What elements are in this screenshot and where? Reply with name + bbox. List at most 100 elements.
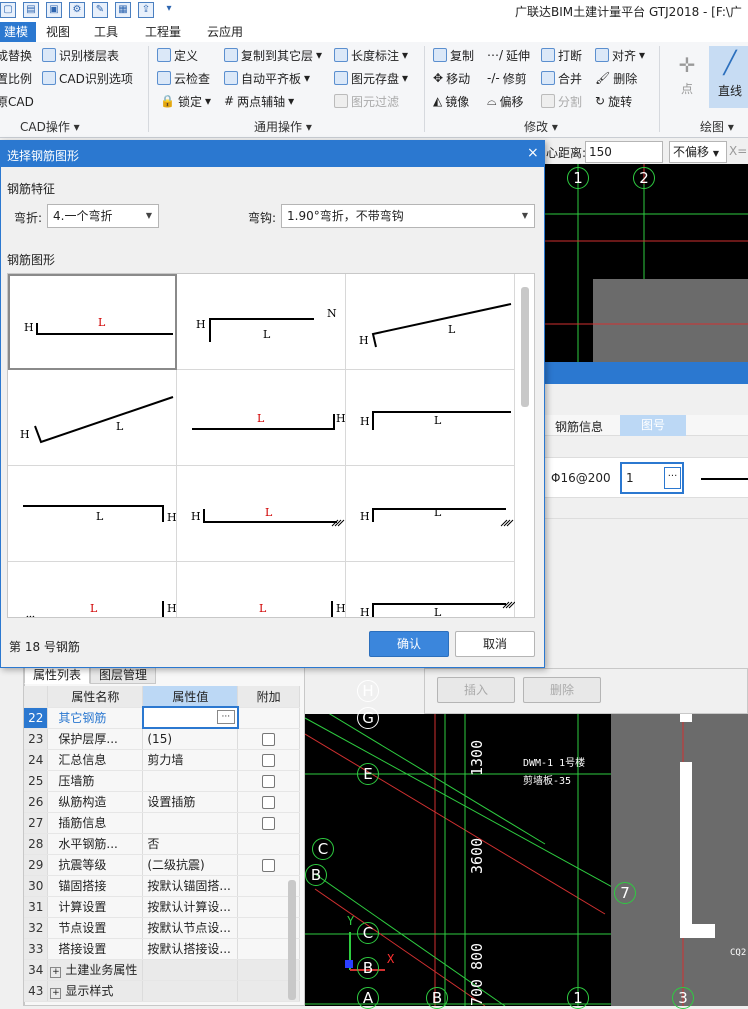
tab-view[interactable]: 视图 — [38, 22, 78, 42]
modify-group-label[interactable]: 修改 ▾ — [524, 118, 558, 135]
line-draw-button[interactable]: ╱ 直线 — [709, 46, 748, 108]
save-icon[interactable]: ▣ — [46, 2, 62, 18]
more-button[interactable]: ··· — [216, 710, 235, 724]
prop-value[interactable]: 按默认搭接设... — [142, 938, 239, 960]
qa-dropdown-icon[interactable]: ▾ — [161, 2, 177, 18]
lock-button[interactable]: 🔒 锁定 ▾ — [160, 91, 211, 111]
rebar-shape-option[interactable]: LH — [8, 562, 177, 617]
cad-canvas-top[interactable]: 1 2 — [545, 164, 748, 362]
tab-quantity[interactable]: 工程量 — [137, 22, 189, 42]
prop-extra[interactable] — [237, 854, 300, 876]
original-cad-button[interactable]: 原CAD — [0, 91, 34, 111]
rebar-shape-option[interactable]: H L N — [177, 274, 346, 370]
checkbox[interactable] — [262, 732, 276, 746]
rebar-shape-option[interactable]: LH — [177, 370, 346, 466]
trim-button[interactable]: -/- 修剪 — [487, 68, 527, 88]
prop-value[interactable] — [142, 980, 239, 1002]
prop-extra[interactable] — [237, 728, 300, 750]
table-row[interactable]: 26 纵筋构造 设置插筋 — [24, 791, 300, 813]
cancel-button[interactable]: 取消 — [455, 631, 535, 657]
delete-row-button[interactable]: 删除 — [523, 677, 601, 703]
two-point-axis-button[interactable]: # 两点辅轴 ▾ — [224, 91, 294, 111]
prop-extra[interactable] — [237, 812, 300, 834]
prop-value[interactable]: 剪力墙 — [142, 749, 239, 771]
hook-select[interactable]: 1.90°弯折，不带弯钩 ▼ — [281, 204, 535, 228]
auto-align-slab-button[interactable]: 自动平齐板 ▾ — [224, 68, 310, 88]
delete-button[interactable]: 🖌 删除 — [595, 68, 637, 88]
prop-value[interactable]: 按默认计算设... — [142, 896, 239, 918]
table-row[interactable]: 23 保护层厚... (15) — [24, 728, 300, 750]
checkbox[interactable] — [262, 795, 276, 809]
prop-value[interactable]: ··· — [141, 706, 239, 729]
table-row[interactable]: 24 汇总信息 剪力墙 — [24, 749, 300, 771]
tab-modeling[interactable]: 建模 — [0, 22, 37, 42]
table-row[interactable]: 31 计算设置 按默认计算设... — [24, 896, 300, 918]
rebar-shape-option[interactable]: HL — [346, 562, 515, 617]
property-scrollbar[interactable] — [288, 880, 296, 1000]
merge-button[interactable]: 合并 — [541, 68, 582, 88]
offset-distance-input[interactable]: 150 — [585, 141, 663, 163]
rotate-button[interactable]: ↻ 旋转 — [595, 91, 632, 111]
confirm-button[interactable]: 确认 — [369, 631, 449, 657]
rebar-shape-option[interactable]: HL — [346, 466, 515, 562]
copy-button[interactable]: 复制 — [433, 45, 474, 65]
cloud-check-button[interactable]: 云检查 — [157, 68, 210, 88]
offset-mode-select[interactable]: 不偏移 ▼ — [669, 141, 727, 163]
offset-button[interactable]: ⌓ 偏移 — [487, 91, 524, 111]
insert-button[interactable]: 插入 — [437, 677, 515, 703]
tab-tools[interactable]: 工具 — [86, 22, 126, 42]
cad-canvas-bottom[interactable]: H G E C B C B A B 1 3 7 1300 3600 700 80… — [305, 680, 748, 1009]
move-button[interactable]: ✥ 移动 — [433, 68, 470, 88]
align-button[interactable]: 对齐 ▾ — [595, 45, 645, 65]
checkbox[interactable] — [262, 858, 276, 872]
prop-value[interactable]: (二级抗震) — [142, 854, 239, 876]
grid-icon[interactable]: ▦ — [115, 2, 131, 18]
prop-value[interactable]: 按默认节点设... — [142, 917, 239, 939]
new-file-icon[interactable]: ▢ — [0, 2, 16, 18]
checkbox[interactable] — [262, 816, 276, 830]
figure-more-button[interactable]: ··· — [664, 467, 681, 489]
expand-icon[interactable]: + — [50, 988, 62, 999]
common-group-label[interactable]: 通用操作 ▾ — [254, 118, 312, 135]
table-row[interactable]: 22 其它钢筋 ··· — [24, 706, 300, 729]
rebar-shape-option[interactable]: HL — [177, 466, 346, 562]
rebar-shape-option[interactable]: HL — [346, 274, 515, 370]
set-scale-button[interactable]: 置比例 — [0, 68, 32, 88]
prop-value[interactable]: 设置插筋 — [142, 791, 239, 813]
cad-group-label[interactable]: CAD操作 ▾ — [20, 118, 80, 135]
point-draw-button[interactable]: ✛ 点 — [670, 50, 704, 106]
export-icon[interactable]: ⇪ — [138, 2, 154, 18]
prop-value[interactable] — [142, 959, 239, 981]
checkbox[interactable] — [262, 753, 276, 767]
define-button[interactable]: 定义 — [157, 45, 198, 65]
table-row[interactable]: Φ16@200 1 ··· — [545, 458, 748, 498]
table-row[interactable]: 27 插筋信息 — [24, 812, 300, 834]
table-row[interactable]: 33 搭接设置 按默认搭接设... — [24, 938, 300, 960]
prop-extra[interactable] — [237, 749, 300, 771]
extend-button[interactable]: ⋯/延伸 — [487, 45, 530, 65]
table-row[interactable]: 32 节点设置 按默认节点设... — [24, 917, 300, 939]
table-row[interactable]: 30 锚固搭接 按默认锚固搭... — [24, 875, 300, 897]
cad-options-button[interactable]: CAD识别选项 — [42, 68, 133, 88]
rebar-shape-option[interactable]: LH — [177, 562, 346, 617]
element-save-button[interactable]: 图元存盘 ▾ — [334, 68, 408, 88]
table-row[interactable]: 28 水平钢筋... 否 — [24, 833, 300, 855]
shape-grid-scrollbar[interactable] — [521, 287, 529, 407]
figure-number-input[interactable]: 1 ··· — [620, 462, 684, 494]
prop-extra[interactable] — [237, 791, 300, 813]
edit-icon[interactable]: ✎ — [92, 2, 108, 18]
copy-to-floor-button[interactable]: 复制到其它层 ▾ — [224, 45, 322, 65]
rebar-shape-option[interactable]: HL — [346, 370, 515, 466]
tab-cloud[interactable]: 云应用 — [199, 22, 251, 42]
ribbon-replace-button[interactable]: 成替换 — [0, 45, 32, 65]
table-row[interactable]: 29 抗震等级 (二级抗震) — [24, 854, 300, 876]
length-dimension-button[interactable]: 长度标注 ▾ — [334, 45, 408, 65]
rebar-shape-option[interactable]: HL — [8, 370, 177, 466]
draw-group-label[interactable]: 绘图 ▾ — [700, 118, 734, 135]
prop-value[interactable]: 按默认锚固搭... — [142, 875, 239, 897]
table-row[interactable]: 25 压墙筋 — [24, 770, 300, 792]
prop-value[interactable]: (15) — [142, 728, 239, 750]
settings-file-icon[interactable]: ⚙ — [69, 2, 85, 18]
bend-select[interactable]: 4.一个弯折 ▼ — [47, 204, 159, 228]
rebar-shape-option[interactable]: HL — [8, 274, 177, 370]
